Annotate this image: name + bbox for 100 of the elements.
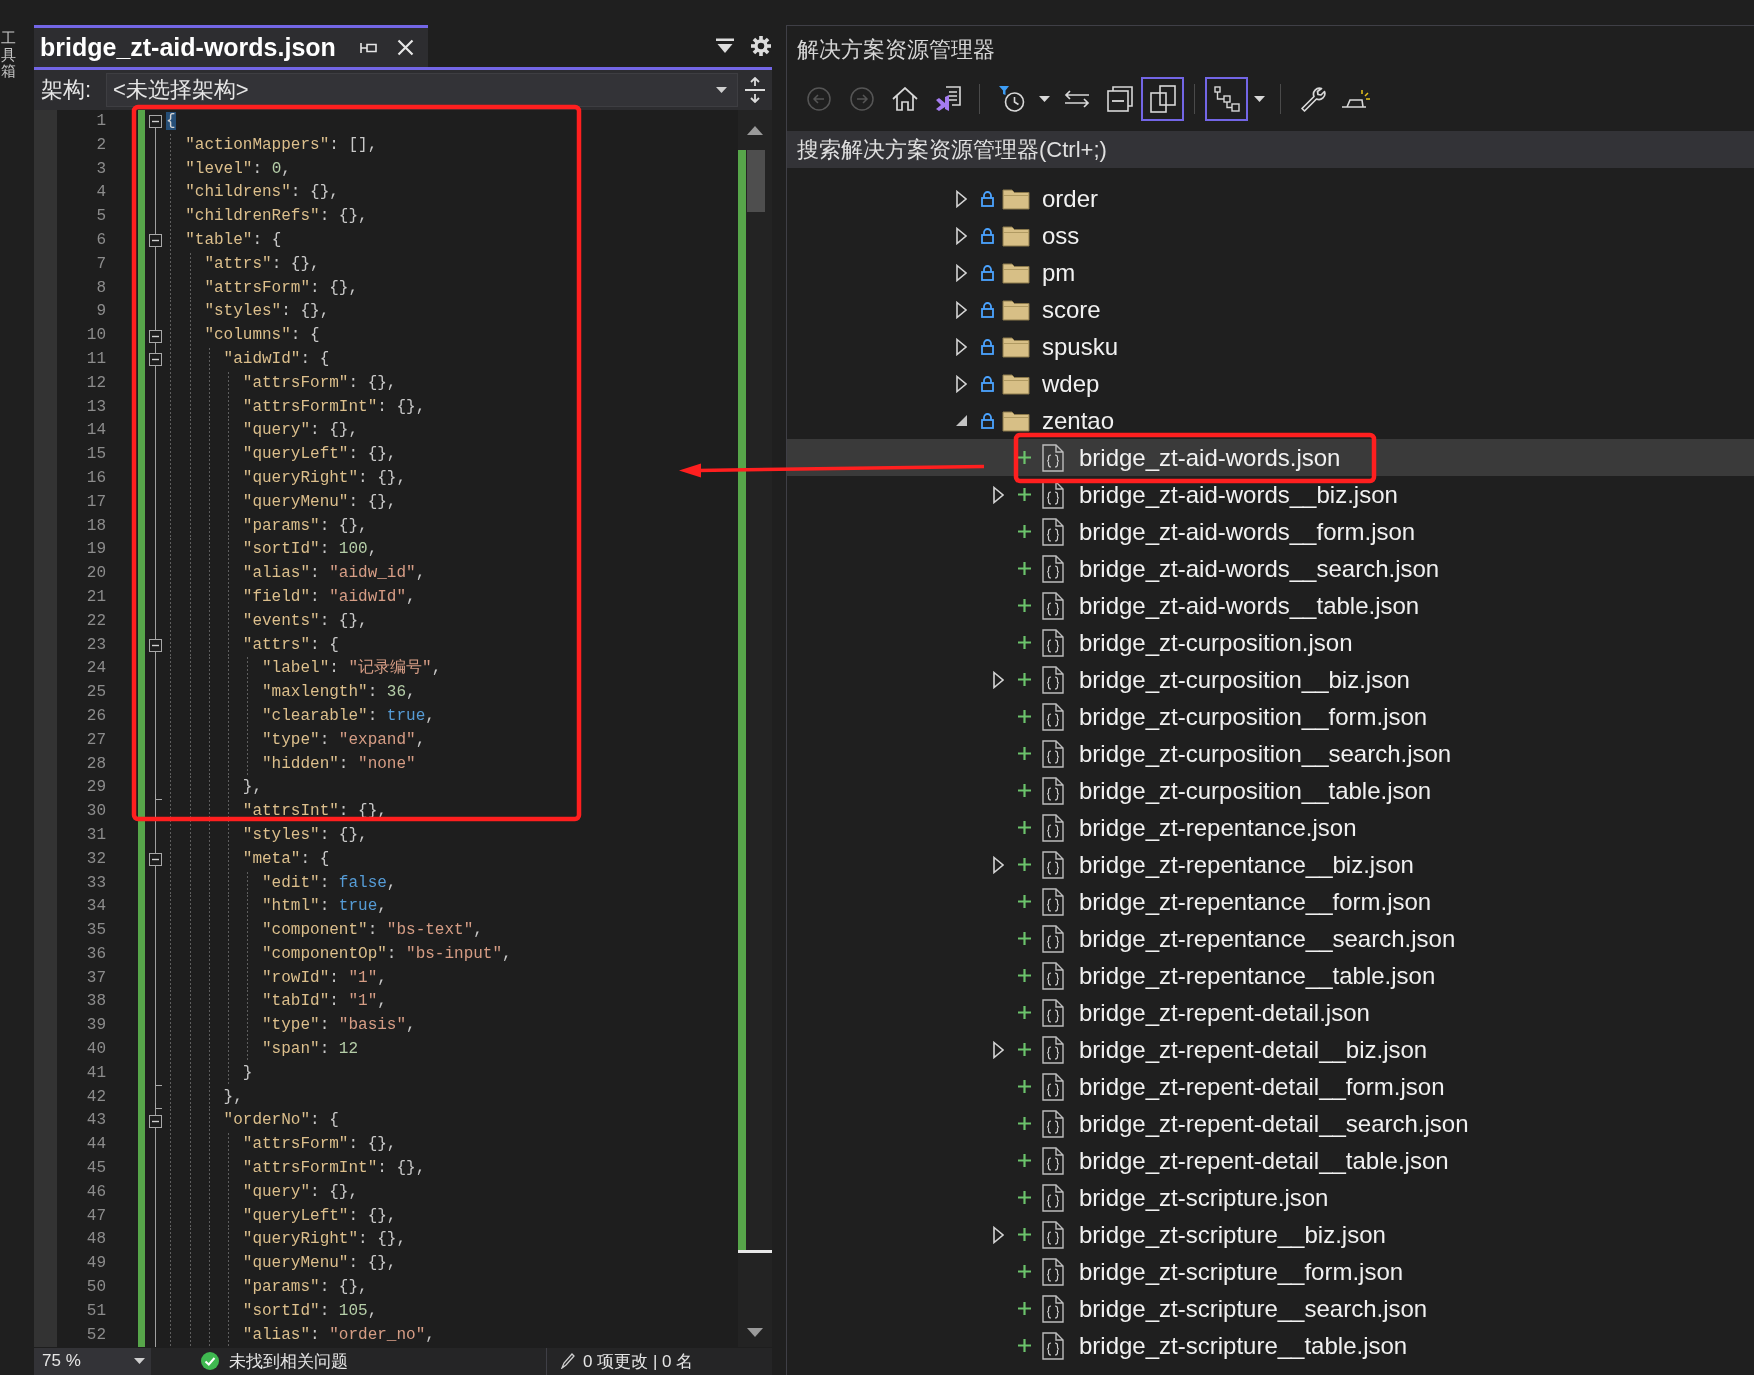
collapse-toggle-icon[interactable]: [148, 853, 162, 867]
document-logo-icon: [934, 85, 961, 112]
search-field[interactable]: 搜索解决方案资源管理器(Ctrl+;): [787, 131, 1754, 168]
tree-item[interactable]: oss: [787, 217, 1754, 254]
scroll-up-icon[interactable]: [747, 125, 763, 135]
scroll-thumb[interactable]: [747, 150, 765, 212]
json-file-icon: [1042, 1183, 1064, 1212]
tree-item[interactable]: bridge_zt-aid-words__search.json: [787, 550, 1754, 587]
code-line: "component": "bs-text",: [166, 919, 483, 943]
scroll-down-icon[interactable]: [747, 1327, 763, 1337]
collapse-toggle-icon[interactable]: [148, 1114, 162, 1128]
json-file-icon: [1042, 1109, 1064, 1138]
tree-item[interactable]: bridge_zt-repent-detail__table.json: [787, 1142, 1754, 1179]
folder-icon: [1002, 335, 1030, 358]
code-line: "childrens": {},: [166, 181, 339, 206]
sync-icon: [1063, 88, 1090, 109]
line-number: 51: [86, 1300, 106, 1322]
lock-icon: [980, 227, 994, 244]
collapsed-arrow-icon[interactable]: [956, 374, 967, 393]
tree-item[interactable]: bridge_zt-repentance.json: [787, 809, 1754, 846]
configuration-dropdown[interactable]: <未选择架构>: [106, 73, 738, 107]
collapsed-arrow-icon[interactable]: [993, 670, 1004, 689]
collapse-toggle-icon[interactable]: [148, 329, 162, 343]
tree-item[interactable]: pm: [787, 254, 1754, 291]
code-line: "attrsFormInt": {},: [166, 395, 426, 420]
tree-item[interactable]: bridge_zt-scripture__biz.json: [787, 1216, 1754, 1253]
pin-icon[interactable]: [360, 40, 377, 55]
tree-item[interactable]: order: [787, 180, 1754, 217]
json-file-icon: [1042, 1072, 1064, 1101]
line-number: 2: [96, 134, 106, 156]
issues-status[interactable]: 未找到相关问题: [229, 1349, 348, 1373]
code-line: "attrsFormInt": {},: [166, 1157, 426, 1181]
show-all-files-button[interactable]: [1141, 76, 1184, 121]
tree-item[interactable]: bridge_zt-scripture.json: [787, 1179, 1754, 1216]
split-icon[interactable]: [744, 77, 766, 103]
tree-item[interactable]: bridge_zt-curposition__search.json: [787, 735, 1754, 772]
tree-item[interactable]: bridge_zt-repentance__biz.json: [787, 846, 1754, 883]
collapsed-arrow-icon[interactable]: [956, 189, 967, 208]
stacked-squares-icon: [1149, 84, 1176, 113]
tree-item[interactable]: bridge_zt-aid-words__biz.json: [787, 476, 1754, 513]
document-tab[interactable]: bridge_zt-aid-words.json: [34, 25, 428, 67]
tree-item[interactable]: bridge_zt-repent-detail__form.json: [787, 1068, 1754, 1105]
collapsed-arrow-icon[interactable]: [956, 300, 967, 319]
expanded-arrow-icon[interactable]: [956, 415, 967, 426]
json-file-icon: [1042, 776, 1064, 805]
tree-item[interactable]: bridge_zt-repentance__form.json: [787, 883, 1754, 920]
tree-item[interactable]: wdep: [787, 365, 1754, 402]
tree-item[interactable]: bridge_zt-aid-words__form.json: [787, 513, 1754, 550]
tree-item[interactable]: bridge_zt-repent-detail__biz.json: [787, 1031, 1754, 1068]
tree-item[interactable]: spusku: [787, 328, 1754, 365]
changes-status[interactable]: 0 项更改 | 0 名: [583, 1349, 694, 1373]
json-file-icon: [1042, 517, 1064, 546]
toolbox-tab[interactable]: 工具箱: [1, 30, 16, 80]
collapsed-arrow-icon[interactable]: [993, 485, 1004, 504]
caret-icon: [1038, 95, 1050, 102]
tree-item[interactable]: bridge_zt-repent-detail.json: [787, 994, 1754, 1031]
line-number: 48: [86, 1229, 106, 1251]
tree-item[interactable]: bridge_zt-scripture__form.json: [787, 1253, 1754, 1290]
line-number: 47: [86, 1205, 106, 1227]
tree-item[interactable]: bridge_zt-repentance__search.json: [787, 920, 1754, 957]
collapse-toggle-icon[interactable]: [148, 353, 162, 367]
folder-icon: [1002, 261, 1030, 284]
line-number: 9: [96, 301, 106, 323]
code-line: "tabId": "1",: [166, 990, 387, 1015]
tree-item[interactable]: bridge_zt-aid-words__table.json: [787, 587, 1754, 624]
tree-item[interactable]: bridge_zt-curposition.json: [787, 624, 1754, 661]
tree-item[interactable]: bridge_zt-curposition__form.json: [787, 698, 1754, 735]
line-number: 46: [86, 1181, 106, 1203]
collapsed-arrow-icon[interactable]: [993, 855, 1004, 874]
tree-item[interactable]: bridge_zt-repentance__table.json: [787, 957, 1754, 994]
collapsed-arrow-icon[interactable]: [956, 337, 967, 356]
code-line: "sortId": 105,: [166, 1299, 378, 1324]
close-icon[interactable]: [397, 39, 414, 56]
json-file-icon: [1042, 1331, 1064, 1360]
zoom-dropdown[interactable]: 75 %: [34, 1347, 151, 1375]
tree-item[interactable]: bridge_zt-curposition__table.json: [787, 772, 1754, 809]
hierarchy-button[interactable]: [1205, 76, 1248, 121]
tree-item[interactable]: bridge_zt-repent-detail__search.json: [787, 1105, 1754, 1142]
collapse-toggle-icon[interactable]: [148, 638, 162, 652]
panel-title: 解决方案资源管理器: [796, 35, 995, 64]
tree-item[interactable]: zentao: [787, 402, 1754, 439]
collapsed-arrow-icon[interactable]: [993, 1225, 1004, 1244]
collapsed-arrow-icon[interactable]: [956, 226, 967, 245]
tree-item[interactable]: bridge_zt-aid-words.json: [787, 439, 1754, 476]
collapse-toggle-icon[interactable]: [148, 234, 162, 248]
settings-icon[interactable]: [751, 36, 771, 56]
line-number: 32: [86, 848, 106, 870]
collapsed-arrow-icon[interactable]: [993, 1040, 1004, 1059]
line-number: 50: [86, 1277, 106, 1299]
tree-item[interactable]: bridge_zt-scripture__search.json: [787, 1290, 1754, 1327]
tree-item[interactable]: bridge_zt-curposition__biz.json: [787, 661, 1754, 698]
collapsed-arrow-icon[interactable]: [956, 263, 967, 282]
lock-icon: [980, 375, 994, 392]
tree-item[interactable]: bridge_zt-scripture__table.json: [787, 1327, 1754, 1364]
tree-item[interactable]: score: [787, 291, 1754, 328]
vertical-scrollbar[interactable]: [738, 110, 772, 1348]
collapse-toggle-icon[interactable]: [148, 115, 162, 129]
code-line: "aidwId": {: [166, 347, 330, 372]
line-number: 24: [86, 658, 106, 680]
tab-list-icon[interactable]: [716, 38, 734, 54]
